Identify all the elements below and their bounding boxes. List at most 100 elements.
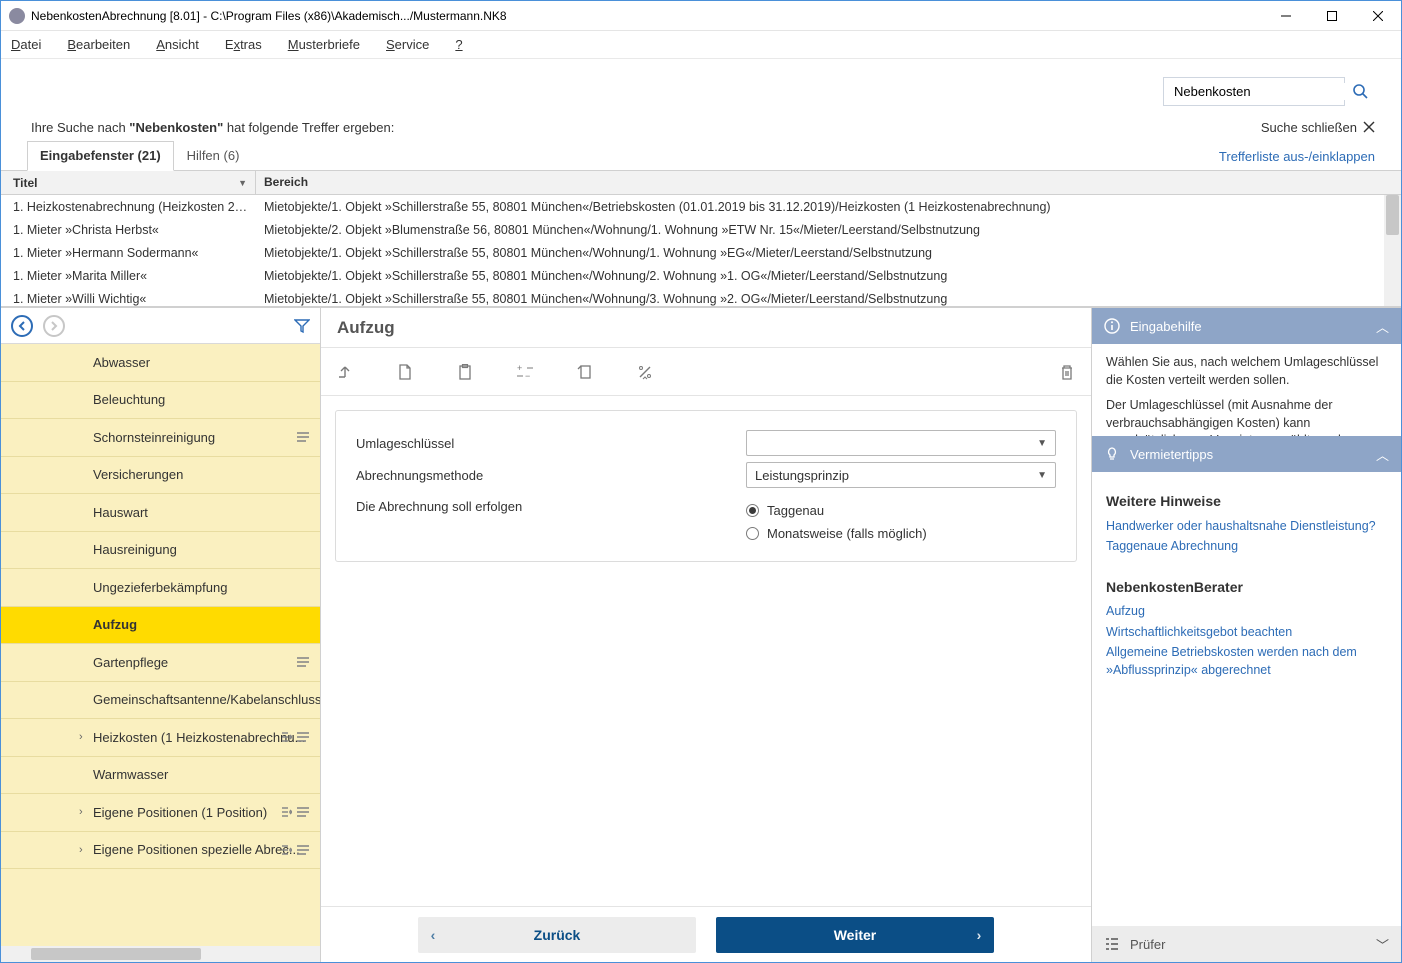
menu-help[interactable]: ? <box>455 37 462 52</box>
sidebar-item[interactable]: Gemeinschaftsantenne/Kabelanschluss <box>1 682 320 720</box>
chevron-up-icon: ︿ <box>1376 317 1389 336</box>
sidebar-item-label: Versicherungen <box>93 467 183 482</box>
menu-icon[interactable] <box>296 844 310 856</box>
checklist-icon <box>1104 936 1120 952</box>
maximize-button[interactable] <box>1309 1 1355 31</box>
sidebar-item-label: Hauswart <box>93 505 148 520</box>
toolbar-up-button[interactable] <box>335 364 355 380</box>
result-title: 1. Mieter »Christa Herbst« <box>1 223 256 237</box>
filter-button[interactable] <box>294 318 310 334</box>
menu-bearbeiten[interactable]: Bearbeiten <box>67 37 130 52</box>
search-button[interactable] <box>1345 77 1375 106</box>
menu-datei[interactable]: Datei <box>11 37 41 52</box>
sidebar-item[interactable]: Warmwasser <box>1 757 320 795</box>
toolbar-mark-button[interactable] <box>575 364 595 380</box>
page-title: Aufzug <box>321 308 1091 348</box>
sidebar-item[interactable]: Hausreinigung <box>1 532 320 570</box>
funnel-icon <box>294 318 310 334</box>
radio-monatsweise[interactable]: Monatsweise (falls möglich) <box>746 526 927 541</box>
search-input-wrap[interactable] <box>1163 77 1345 106</box>
menubar: Datei Bearbeiten Ansicht Extras Musterbr… <box>1 31 1401 59</box>
result-row[interactable]: 1. Mieter »Christa Herbst«Mietobjekte/2.… <box>1 218 1401 241</box>
sidebar-scrollbar[interactable] <box>1 946 320 962</box>
radio-icon <box>746 527 759 540</box>
radio-taggenau[interactable]: Taggenau <box>746 503 927 518</box>
sidebar-item-label: Beleuchtung <box>93 392 165 407</box>
result-row[interactable]: 1. Mieter »Marita Miller«Mietobjekte/1. … <box>1 264 1401 287</box>
menu-service[interactable]: Service <box>386 37 429 52</box>
tipps-link[interactable]: Allgemeine Betriebskosten werden nach de… <box>1106 644 1387 679</box>
result-row[interactable]: 1. Mieter »Hermann Sodermann«Mietobjekte… <box>1 241 1401 264</box>
menu-icon[interactable] <box>296 431 310 443</box>
sidebar-item[interactable]: Hauswart <box>1 494 320 532</box>
tipps-link[interactable]: Handwerker oder haushaltsnahe Dienstleis… <box>1106 518 1387 536</box>
toolbar-doc-button[interactable] <box>395 364 415 380</box>
sidebar-nav <box>1 308 320 344</box>
toolbar-percent-button[interactable] <box>635 364 655 380</box>
menu-extras[interactable]: Extras <box>225 37 262 52</box>
close-button[interactable] <box>1355 1 1401 31</box>
goto-icon[interactable] <box>280 844 292 856</box>
search-row <box>1 59 1401 113</box>
label-abrechnungsmethode: Abrechnungsmethode <box>356 468 746 483</box>
sidebar-item[interactable]: Schornsteinreinigung <box>1 419 320 457</box>
sidebar-item[interactable]: ›Eigene Positionen spezielle Abrec... <box>1 832 320 870</box>
col-header-bereich[interactable]: Bereich <box>256 171 1401 194</box>
close-search-button[interactable]: Suche schließen <box>1261 120 1375 135</box>
tipps-link[interactable]: Aufzug <box>1106 603 1387 621</box>
svg-text:−: − <box>525 371 530 380</box>
menu-icon[interactable] <box>296 806 310 818</box>
toolbar-delete-button[interactable] <box>1057 364 1077 380</box>
col-header-title[interactable]: Titel ▼ <box>1 171 256 194</box>
nav-forward-button[interactable] <box>43 315 65 337</box>
result-title: 1. Mieter »Willi Wichtig« <box>1 292 256 306</box>
toggle-result-list[interactable]: Trefferliste aus-/einklappen <box>1219 149 1401 170</box>
sidebar-item[interactable]: Ungezieferbekämpfung <box>1 569 320 607</box>
menu-musterbriefe[interactable]: Musterbriefe <box>288 37 360 52</box>
info-icon <box>1104 318 1120 334</box>
sidebar-item[interactable]: Versicherungen <box>1 457 320 495</box>
sidebar: Abwasser Beleuchtung Schornsteinreinigung V… <box>1 308 321 962</box>
tipps-heading-2: NebenkostenBerater <box>1106 578 1387 598</box>
panel-pruefer-header[interactable]: Prüfer ﹀ <box>1092 926 1401 962</box>
chevron-right-icon: › <box>79 806 83 818</box>
select-abrechnungsmethode[interactable]: Leistungsprinzip ▼ <box>746 462 1056 488</box>
panel-vermietertipps-header[interactable]: Vermietertipps ︿ <box>1092 436 1401 472</box>
main-area: Abwasser Beleuchtung Schornsteinreinigung V… <box>1 307 1401 962</box>
minimize-button[interactable] <box>1263 1 1309 31</box>
select-umlageschluessel[interactable]: ▼ <box>746 430 1056 456</box>
result-row[interactable]: 1. Mieter »Willi Wichtig«Mietobjekte/1. … <box>1 287 1401 306</box>
nav-back-button[interactable] <box>11 315 33 337</box>
result-tabs: Eingabefenster (21) Hilfen (6) Trefferli… <box>1 141 1401 171</box>
next-button[interactable]: Weiter › <box>716 917 994 953</box>
toolbar-clipboard-button[interactable] <box>455 364 475 380</box>
menu-icon[interactable] <box>296 731 310 743</box>
window-title: NebenkostenAbrechnung [8.01] - C:\Progra… <box>31 9 1263 23</box>
sidebar-item-label: Warmwasser <box>93 767 168 782</box>
result-title: 1. Mieter »Hermann Sodermann« <box>1 246 256 260</box>
menu-ansicht[interactable]: Ansicht <box>156 37 199 52</box>
result-row[interactable]: 1. Heizkostenabrechnung (Heizkosten 2019… <box>1 195 1401 218</box>
sidebar-item[interactable]: Gartenpflege <box>1 644 320 682</box>
close-icon <box>1363 121 1375 133</box>
toolbar-add-remove-button[interactable]: +− <box>515 364 535 380</box>
sidebar-item[interactable]: Abwasser <box>1 344 320 382</box>
tab-eingabefenster[interactable]: Eingabefenster (21) <box>27 141 174 171</box>
goto-icon[interactable] <box>280 806 292 818</box>
tipps-link[interactable]: Taggenaue Abrechnung <box>1106 538 1387 556</box>
tipps-link[interactable]: Wirtschaftlichkeitsgebot beachten <box>1106 624 1387 642</box>
goto-icon[interactable] <box>280 731 292 743</box>
sidebar-item-label: Gartenpflege <box>93 655 168 670</box>
results-scrollbar[interactable] <box>1384 195 1401 306</box>
sidebar-item[interactable]: ›Heizkosten (1 Heizkostenabrechnu... <box>1 719 320 757</box>
tab-hilfen[interactable]: Hilfen (6) <box>174 141 253 170</box>
sidebar-item[interactable]: Aufzug <box>1 607 320 645</box>
result-area: Mietobjekte/1. Objekt »Schillerstraße 55… <box>256 292 1401 306</box>
search-input[interactable] <box>1172 83 1352 100</box>
sidebar-item[interactable]: ›Eigene Positionen (1 Position) <box>1 794 320 832</box>
menu-icon[interactable] <box>296 656 310 668</box>
result-info-term: "Nebenkosten" <box>129 120 223 135</box>
sidebar-item[interactable]: Beleuchtung <box>1 382 320 420</box>
back-button[interactable]: ‹ Zurück <box>418 917 696 953</box>
panel-eingabehilfe-header[interactable]: Eingabehilfe ︿ <box>1092 308 1401 344</box>
